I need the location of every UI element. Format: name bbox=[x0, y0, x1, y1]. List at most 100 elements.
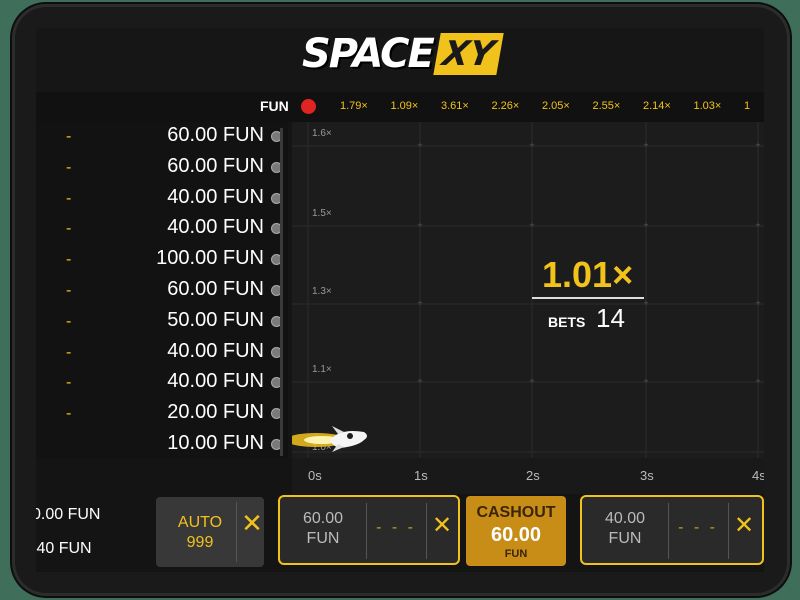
bet-row-amount: 60.00 FUN bbox=[167, 277, 264, 300]
svg-text:+: + bbox=[643, 140, 648, 150]
y-axis-labels: 1.6× 1.5× 1.3× 1.1× 1.0× bbox=[312, 128, 332, 453]
bets-scrollbar[interactable] bbox=[280, 128, 283, 456]
currency-label: FUN bbox=[260, 98, 289, 114]
bet-row: - 40.00 FUN bbox=[36, 368, 288, 399]
bet-currency: FUN bbox=[306, 530, 340, 547]
bet-row: - 60.00 FUN bbox=[36, 153, 288, 184]
cashout-currency: FUN bbox=[504, 548, 528, 560]
y-tick: 1.5× bbox=[312, 208, 332, 219]
control-panel: 0.00 FUN .40 FUN AUTO 999 ✕ 60.00 FUN - … bbox=[36, 494, 764, 572]
bet-panel-1[interactable]: 60.00 FUN - - - ✕ bbox=[278, 495, 460, 565]
time-axis: 0s 1s 2s 3s 4s bbox=[36, 458, 764, 494]
history-multiplier: 1.79× bbox=[340, 100, 368, 112]
multiplier-history: 1.79× 1.09× 3.61× 2.26× 2.05× 2.55× 2.14× 1.03×… bbox=[340, 100, 764, 112]
svg-text:+: + bbox=[755, 298, 760, 308]
current-multiplier: 1.01× bbox=[542, 254, 634, 295]
x-tick: 0s bbox=[308, 468, 322, 483]
bet-row-amount: 10.00 FUN bbox=[167, 431, 264, 454]
svg-text:+: + bbox=[643, 376, 648, 386]
bet-amount[interactable]: 60.00 bbox=[280, 509, 366, 529]
bet-row-amount: 40.00 FUN bbox=[167, 339, 264, 362]
bet-cashout-status: - bbox=[66, 158, 72, 176]
svg-text:+: + bbox=[417, 298, 422, 308]
bet-row-amount: 100.00 FUN bbox=[156, 247, 264, 270]
bet-row-amount: 40.00 FUN bbox=[167, 370, 264, 393]
history-multiplier: 1 bbox=[744, 100, 751, 112]
history-multiplier: 2.26× bbox=[491, 100, 520, 112]
svg-text:+: + bbox=[755, 220, 760, 230]
logo-word-space: SPACE bbox=[302, 31, 435, 77]
logo-word-xy: XY bbox=[433, 33, 504, 75]
cancel-bet-icon[interactable]: ✕ bbox=[431, 511, 453, 540]
svg-text:+: + bbox=[643, 298, 648, 308]
x-tick: 4s bbox=[752, 468, 764, 483]
bet-cashout-status: - bbox=[66, 128, 72, 145]
bets-label: BETS bbox=[548, 314, 586, 330]
chart-grid: + + + + + + + + + + + + + + + 1.6× 1.5× … bbox=[292, 122, 764, 458]
history-bar: FUN 1.79× 1.09× 3.61× 2.26× 2.05× 2.55× 2.14× 1… bbox=[36, 92, 764, 122]
auto-cashout-field[interactable]: - - - bbox=[668, 519, 728, 537]
cancel-bet-icon[interactable]: ✕ bbox=[733, 511, 755, 540]
bet-row: - 100.00 FUN bbox=[36, 245, 288, 276]
x-tick: 2s bbox=[526, 468, 540, 483]
bet-row: - 60.00 FUN bbox=[36, 122, 288, 153]
svg-text:+: + bbox=[417, 140, 422, 150]
header: SPACE XY bbox=[36, 28, 764, 92]
svg-text:+: + bbox=[529, 140, 534, 150]
history-multiplier: 3.61× bbox=[441, 100, 469, 112]
y-tick: 1.1× bbox=[312, 364, 332, 375]
svg-text:+: + bbox=[417, 220, 422, 230]
bet-cashout-status: - bbox=[66, 251, 72, 269]
y-tick: 1.6× bbox=[312, 128, 332, 139]
auto-cashout-field[interactable]: - - - bbox=[366, 519, 426, 537]
bet-row: - 60.00 FUN bbox=[36, 276, 288, 307]
bet-cashout-status: - bbox=[66, 374, 72, 392]
bet-row: - 40.00 FUN bbox=[36, 184, 288, 215]
bet-panel-2[interactable]: 40.00 FUN - - - ✕ bbox=[580, 495, 764, 565]
cashout-label: CASHOUT bbox=[476, 504, 556, 521]
game-screen: SPACE XY FUN 1.79× 1.09× 3.61× 2.26× 2.05× 2.… bbox=[36, 28, 764, 572]
history-multiplier: 2.14× bbox=[643, 100, 671, 112]
total-line-1: 0.00 FUN bbox=[36, 506, 101, 523]
bet-row: - 40.00 FUN bbox=[36, 338, 288, 369]
cashout-button[interactable]: CASHOUT 60.00 FUN bbox=[466, 496, 566, 566]
svg-text:+: + bbox=[755, 140, 760, 150]
bet-cashout-status: - bbox=[66, 405, 72, 423]
x-tick: 3s bbox=[640, 468, 654, 483]
y-tick: 1.3× bbox=[312, 286, 332, 297]
bet-row-amount: 60.00 FUN bbox=[167, 154, 264, 177]
history-multiplier: 2.55× bbox=[592, 100, 621, 112]
x-tick: 1s bbox=[414, 468, 428, 483]
bet-row-amount: 50.00 FUN bbox=[167, 308, 264, 331]
multiplier-divider bbox=[532, 297, 644, 299]
bet-row: - 40.00 FUN bbox=[36, 214, 288, 245]
svg-text:+: + bbox=[643, 220, 648, 230]
bet-cashout-status: - bbox=[66, 220, 72, 238]
flight-chart: + + + + + + + + + + + + + + + 1.6× 1.5× … bbox=[292, 122, 764, 458]
bets-count: 14 bbox=[596, 303, 625, 333]
svg-text:+: + bbox=[529, 376, 534, 386]
bet-row: - 20.00 FUN bbox=[36, 399, 288, 430]
bet-currency: FUN bbox=[608, 530, 642, 547]
bet-row: - 50.00 FUN bbox=[36, 307, 288, 338]
bet-cashout-status: - bbox=[66, 343, 72, 361]
auto-close-icon[interactable]: ✕ bbox=[241, 508, 263, 539]
history-multiplier: 1.03× bbox=[693, 100, 722, 112]
auto-rounds-value: 999 bbox=[186, 534, 214, 551]
svg-text:+: + bbox=[417, 376, 422, 386]
game-logo: SPACE XY bbox=[302, 31, 504, 77]
history-multiplier: 2.05× bbox=[542, 100, 570, 112]
bet-row-amount: 20.00 FUN bbox=[167, 401, 264, 424]
bet-row-amount: 40.00 FUN bbox=[167, 185, 264, 208]
bet-cashout-status: - bbox=[66, 281, 72, 299]
bet-row-amount: 40.00 FUN bbox=[167, 216, 264, 239]
bet-row: 10.00 FUN bbox=[36, 430, 288, 458]
bets-list[interactable]: - 60.00 FUN - 60.00 FUN - 40.00 FUN - 40.00 FUN… bbox=[36, 122, 288, 458]
svg-text:+: + bbox=[755, 376, 760, 386]
bet-cashout-status: - bbox=[66, 189, 72, 207]
svg-text:+: + bbox=[529, 220, 534, 230]
bet-row-amount: 60.00 FUN bbox=[167, 124, 264, 146]
live-status-icon bbox=[301, 99, 316, 114]
bet-amount[interactable]: 40.00 bbox=[582, 509, 668, 529]
total-line-2: .40 FUN bbox=[36, 540, 92, 557]
